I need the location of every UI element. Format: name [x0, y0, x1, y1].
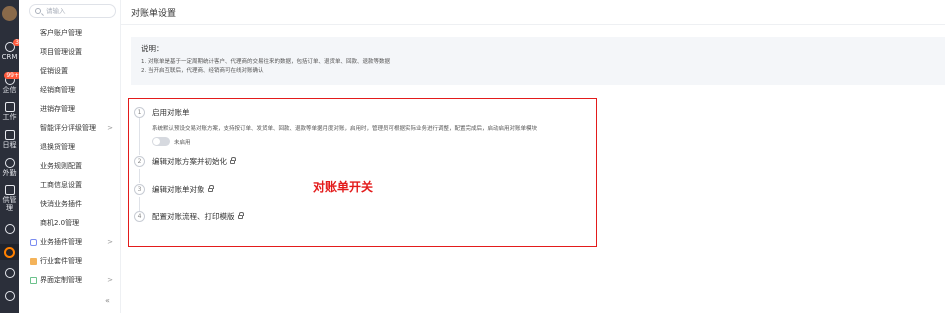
- main-content: 对账单设置 说明： 1. 对账单是基于一定周期统计客户、代理商的交易往来的数据，…: [121, 0, 945, 313]
- nav-item-label: 项目管理设置: [40, 48, 82, 56]
- rail-item-crm-label: CRM: [1, 53, 18, 61]
- nav-item-label: 进销存管理: [40, 105, 75, 113]
- location-icon: [4, 158, 15, 168]
- page-title: 对账单设置: [131, 9, 177, 19]
- box-icon: [4, 185, 15, 195]
- step-number: 2: [134, 156, 145, 167]
- lock-icon: [207, 185, 214, 192]
- nav-list: 客户账户管理 项目管理设置 促销设置 经销商管理 进销存管理 智能评分评级管理 >…: [19, 24, 121, 290]
- nav-item-opportunity[interactable]: 商机2.0管理: [19, 214, 121, 233]
- annotation-text: 对账单开关: [313, 180, 374, 194]
- nav-item-scoring[interactable]: 智能评分评级管理 >: [19, 119, 121, 138]
- nav-group-ui-custom[interactable]: 界面定制管理 >: [19, 271, 121, 290]
- rail-item-schedule[interactable]: 日程: [0, 130, 19, 149]
- step-label-text: 编辑对账方案并初始化: [152, 157, 227, 166]
- notice-line: 1. 对账单是基于一定周期统计客户、代理商的交易往来的数据，包括订单、退货单、回…: [141, 59, 390, 65]
- collapse-nav-button[interactable]: «: [105, 296, 110, 305]
- suite-icon: [30, 258, 37, 265]
- nav-group-industry-suite[interactable]: 行业套件管理: [19, 252, 121, 271]
- notice-line: 2. 当开启互联后，代理商、经销商可在线对账确认: [141, 68, 264, 74]
- rail-item-crm[interactable]: CRM 3: [0, 39, 21, 61]
- nav-group-label: 界面定制管理: [40, 276, 82, 284]
- toggle-status-text: 未启用: [174, 140, 191, 146]
- avatar[interactable]: [2, 6, 17, 21]
- nav-item-label: 商机2.0管理: [40, 219, 80, 227]
- step-number: 1: [134, 107, 145, 118]
- rail-item-help[interactable]: [0, 224, 19, 235]
- nav-group-label: 业务插件管理: [40, 238, 82, 246]
- lock-icon: [237, 212, 244, 219]
- rail-item-supply-label: 供管理: [2, 196, 17, 212]
- step-label: 编辑对账单对象: [152, 184, 214, 195]
- search-icon: [35, 7, 41, 14]
- rail-item-messenger[interactable]: 企信 99+: [0, 72, 21, 94]
- title-divider: [121, 24, 945, 25]
- briefcase-icon: [4, 102, 15, 112]
- nav-item-label: 促销设置: [40, 67, 68, 75]
- nav-item-label: 客户账户管理: [40, 29, 82, 37]
- chevron-right-icon: >: [107, 276, 113, 284]
- nav-item-business-rules[interactable]: 业务规则配置: [19, 157, 121, 176]
- rail-item-schedule-label: 日程: [2, 141, 17, 149]
- nav-item-returns[interactable]: 退换货管理: [19, 138, 121, 157]
- rail-item-work[interactable]: 工作: [0, 102, 19, 121]
- step-label-text: 配置对账流程、打印模版: [152, 212, 235, 221]
- step-label: 编辑对账方案并初始化: [152, 156, 236, 167]
- help-icon: [4, 224, 15, 234]
- icon-rail: CRM 3 企信 99+ 工作 日程 外勤 供管理: [0, 0, 21, 313]
- rail-item-supply[interactable]: 供管理: [0, 185, 19, 212]
- app-window: CRM 3 企信 99+ 工作 日程 外勤 供管理 请输入 客户账户管理 项目管…: [0, 0, 945, 313]
- step-label: 启用对账单: [152, 108, 190, 117]
- clock-icon: [4, 268, 15, 278]
- toggle-knob: [153, 138, 160, 145]
- search-input[interactable]: 请输入: [29, 4, 116, 18]
- nav-item-label: 快消业务插件: [40, 200, 82, 208]
- nav-item-label: 工商信息设置: [40, 181, 82, 189]
- enable-toggle[interactable]: [152, 137, 170, 146]
- settings-nav: 请输入 客户账户管理 项目管理设置 促销设置 经销商管理 进销存管理 智能评分评…: [19, 0, 121, 313]
- puzzle-icon: [30, 239, 37, 246]
- highlight-box: 1 启用对账单 系统默认预设交易对账方案，支持按订单、发货单、回款、退款等单据月…: [128, 98, 597, 247]
- step-label: 配置对账流程、打印模版: [152, 211, 244, 222]
- nav-item-project[interactable]: 项目管理设置: [19, 43, 121, 62]
- nav-item-label: 退换货管理: [40, 143, 75, 151]
- nav-group-label: 行业套件管理: [40, 257, 82, 265]
- nav-item-label: 经销商管理: [40, 86, 75, 94]
- lock-icon: [230, 157, 236, 164]
- nav-item-dealer[interactable]: 经销商管理: [19, 81, 121, 100]
- settings-gear-icon[interactable]: [4, 247, 15, 258]
- nav-item-promotion[interactable]: 促销设置: [19, 62, 121, 81]
- rail-item-history[interactable]: [0, 268, 19, 279]
- rail-item-field-label: 外勤: [2, 169, 17, 177]
- chevron-right-icon: >: [107, 238, 113, 246]
- nav-item-label: 业务规则配置: [40, 162, 82, 170]
- layout-icon: [30, 277, 37, 284]
- nav-item-customer-account[interactable]: 客户账户管理: [19, 24, 121, 43]
- nav-item-business-info[interactable]: 工商信息设置: [19, 176, 121, 195]
- notice-panel: 说明： 1. 对账单是基于一定周期统计客户、代理商的交易往来的数据，包括订单、退…: [131, 37, 945, 85]
- step-connector: [139, 197, 140, 211]
- step-label-text: 编辑对账单对象: [152, 185, 205, 194]
- nav-item-inventory[interactable]: 进销存管理: [19, 100, 121, 119]
- step-number: 3: [134, 184, 145, 195]
- step-number: 4: [134, 211, 145, 222]
- chevron-right-icon: >: [107, 124, 113, 132]
- notice-title: 说明：: [141, 44, 164, 53]
- nav-group-business-plugins[interactable]: 业务插件管理 >: [19, 233, 121, 252]
- calendar-icon: [4, 130, 15, 140]
- step-description: 系统默认预设交易对账方案，支持按订单、发货单、回款、退款等单据月度对账，启用时，…: [152, 126, 538, 132]
- rail-item-work-label: 工作: [2, 113, 17, 121]
- rail-item-contacts[interactable]: [0, 291, 19, 302]
- nav-item-fmcg-plugin[interactable]: 快消业务插件: [19, 195, 121, 214]
- search-placeholder: 请输入: [46, 7, 66, 15]
- step-connector: [139, 169, 140, 183]
- users-icon: [4, 291, 15, 301]
- rail-item-field[interactable]: 外勤: [0, 158, 19, 177]
- rail-item-messenger-label: 企信: [2, 86, 17, 94]
- nav-item-label: 智能评分评级管理: [40, 124, 96, 132]
